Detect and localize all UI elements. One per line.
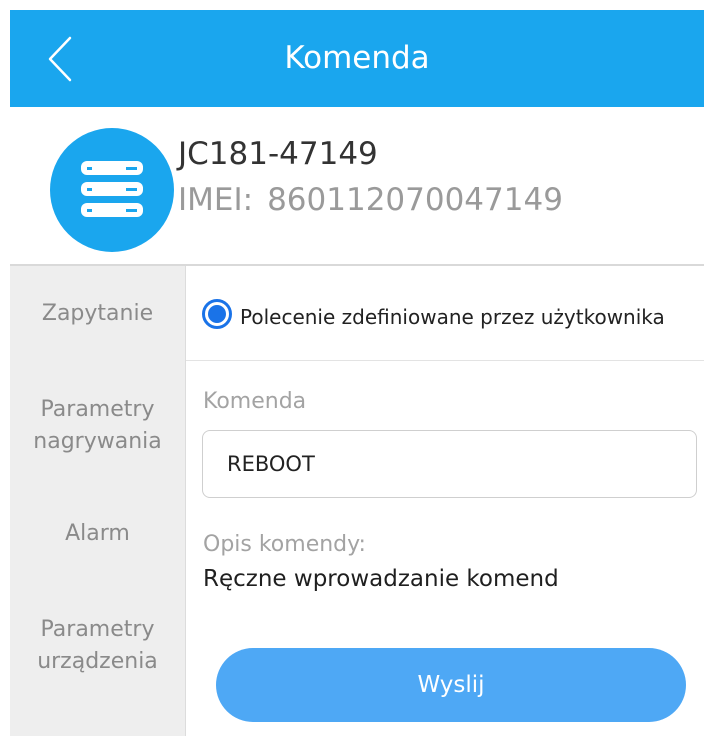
sidebar-item-label-2: nagrywania bbox=[33, 429, 162, 454]
custom-command-radio[interactable]: Polecenie zdefiniowane przez użytkownika bbox=[202, 296, 665, 332]
command-input[interactable] bbox=[202, 430, 697, 498]
sidebar: Zapytanie Parametry nagrywania Alarm Par… bbox=[10, 266, 185, 736]
send-button[interactable]: Wyslij bbox=[216, 648, 686, 722]
sidebar-item-label: Alarm bbox=[65, 521, 130, 546]
sidebar-item-alarm[interactable]: Alarm bbox=[10, 518, 185, 550]
sidebar-border bbox=[185, 266, 186, 736]
command-screen: Komenda JC181-47149 IMEI: 860112070047149… bbox=[0, 0, 704, 736]
server-icon bbox=[81, 161, 143, 217]
sidebar-item-label: Zapytanie bbox=[41, 301, 154, 326]
sidebar-item-label: Parametry bbox=[40, 617, 155, 642]
radio-button[interactable] bbox=[202, 299, 232, 329]
radio-label: Polecenie zdefiniowane przez użytkownika bbox=[240, 305, 665, 329]
sidebar-item-device-params[interactable]: Parametry urządzenia bbox=[10, 614, 185, 678]
device-name: JC181-47149 bbox=[178, 136, 378, 172]
device-imei: IMEI: 860112070047149 bbox=[178, 182, 563, 218]
imei-value: 860112070047149 bbox=[267, 182, 563, 218]
command-label: Komenda bbox=[203, 389, 307, 414]
page-title: Komenda bbox=[284, 40, 430, 76]
description-label: Opis komendy: bbox=[203, 532, 366, 557]
device-avatar bbox=[50, 128, 174, 252]
content-divider bbox=[186, 360, 704, 361]
sidebar-item-recording-params[interactable]: Parametry nagrywania bbox=[10, 394, 185, 458]
sidebar-item-label: Parametry bbox=[40, 397, 155, 422]
sidebar-item-query[interactable]: Zapytanie bbox=[10, 298, 185, 330]
radio-selected-dot bbox=[208, 305, 226, 323]
sidebar-item-label-2: urządzenia bbox=[37, 649, 158, 674]
imei-label: IMEI: bbox=[178, 182, 254, 218]
description-text: Ręczne wprowadzanie komend bbox=[203, 566, 559, 592]
header-bar: Komenda bbox=[10, 10, 704, 107]
